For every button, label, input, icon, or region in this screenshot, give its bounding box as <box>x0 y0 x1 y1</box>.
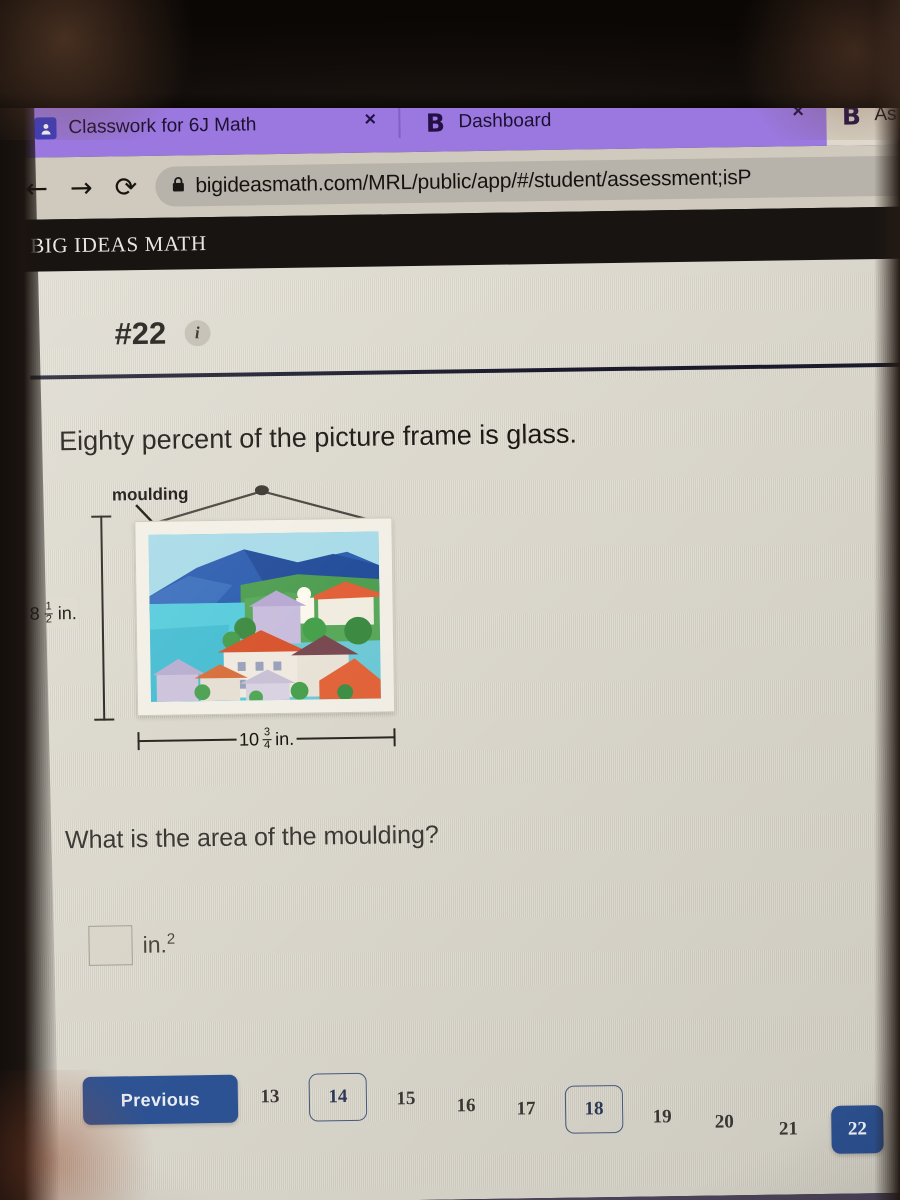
picture-frame-moulding <box>134 517 396 717</box>
answer-unit-text: in. <box>142 931 168 958</box>
question-number-row: #22 i <box>114 315 211 352</box>
width-denominator: 4 <box>264 738 271 751</box>
tab-close-icon-1[interactable]: × <box>358 108 382 131</box>
page-button-18[interactable]: 18 <box>564 1084 624 1134</box>
page-button-17[interactable]: 17 <box>509 1092 544 1127</box>
width-dimension-label: 10 3 4 in. <box>137 725 396 753</box>
page-number-list: 13 14 15 16 17 18 19 20 21 22 <box>252 1049 884 1162</box>
address-bar-url: bigideasmath.com/MRL/public/app/#/studen… <box>195 165 752 198</box>
assessment-page: #22 i Eighty percent of the picture fram… <box>8 258 900 1200</box>
page-button-22-current[interactable]: 22 <box>831 1105 884 1154</box>
width-numerator: 3 <box>262 726 272 740</box>
tab-separator <box>398 108 401 139</box>
answer-unit-exponent: 2 <box>166 930 176 948</box>
assessment-navigation: Previous 13 14 15 16 17 18 19 20 21 22 <box>20 1048 900 1182</box>
forward-icon[interactable]: → <box>70 172 93 203</box>
answer-unit-label: in.2 <box>142 931 175 959</box>
height-dimension-line <box>100 515 106 721</box>
width-dimension-line-left <box>137 738 238 743</box>
answer-input[interactable] <box>88 925 133 966</box>
info-icon[interactable]: i <box>184 319 211 347</box>
bigideasmath-icon: B <box>425 107 446 138</box>
page-button-14[interactable]: 14 <box>308 1072 368 1122</box>
screen-photo: Classwork for 6J Math × B Dashboard × B … <box>0 0 900 1200</box>
device-bezel-top <box>0 0 900 108</box>
page-button-15[interactable]: 15 <box>389 1082 424 1117</box>
header-divider <box>30 362 900 380</box>
page-button-16[interactable]: 16 <box>449 1089 484 1124</box>
browser-tab-title: Classwork for 6J Math <box>68 114 257 139</box>
browser-tab-title: Dashboard <box>458 109 552 133</box>
width-dimension-line-right <box>296 736 396 740</box>
height-denominator: 2 <box>45 612 52 626</box>
width-unit: in. <box>274 728 295 749</box>
picture-frame-artwork <box>148 531 381 702</box>
page-button-20[interactable]: 20 <box>707 1105 742 1140</box>
reload-icon[interactable]: ⟳ <box>114 172 137 203</box>
page-button-13[interactable]: 13 <box>253 1080 288 1115</box>
height-unit: in. <box>57 602 77 623</box>
browser-window: Classwork for 6J Math × B Dashboard × B … <box>6 82 900 1200</box>
address-bar[interactable]: bigideasmath.com/MRL/public/app/#/studen… <box>155 155 900 207</box>
width-whole: 10 <box>238 728 260 750</box>
page-button-21[interactable]: 21 <box>771 1112 806 1147</box>
page-button-19[interactable]: 19 <box>645 1100 680 1135</box>
question-prompt: Eighty percent of the picture frame is g… <box>58 418 578 457</box>
lock-icon <box>171 176 185 197</box>
previous-button[interactable]: Previous <box>82 1074 239 1125</box>
width-fraction: 3 4 <box>262 726 272 751</box>
question-text: What is the area of the moulding? <box>64 820 440 855</box>
picture-frame-figure: moulding 1 2 in. 10 3 4 in. <box>27 481 437 806</box>
classroom-person-icon <box>34 117 57 140</box>
app-brand-title: BIG IDEAS MATH <box>30 230 207 258</box>
page-title: #22 <box>114 315 167 352</box>
answer-row: in.2 <box>88 925 175 966</box>
